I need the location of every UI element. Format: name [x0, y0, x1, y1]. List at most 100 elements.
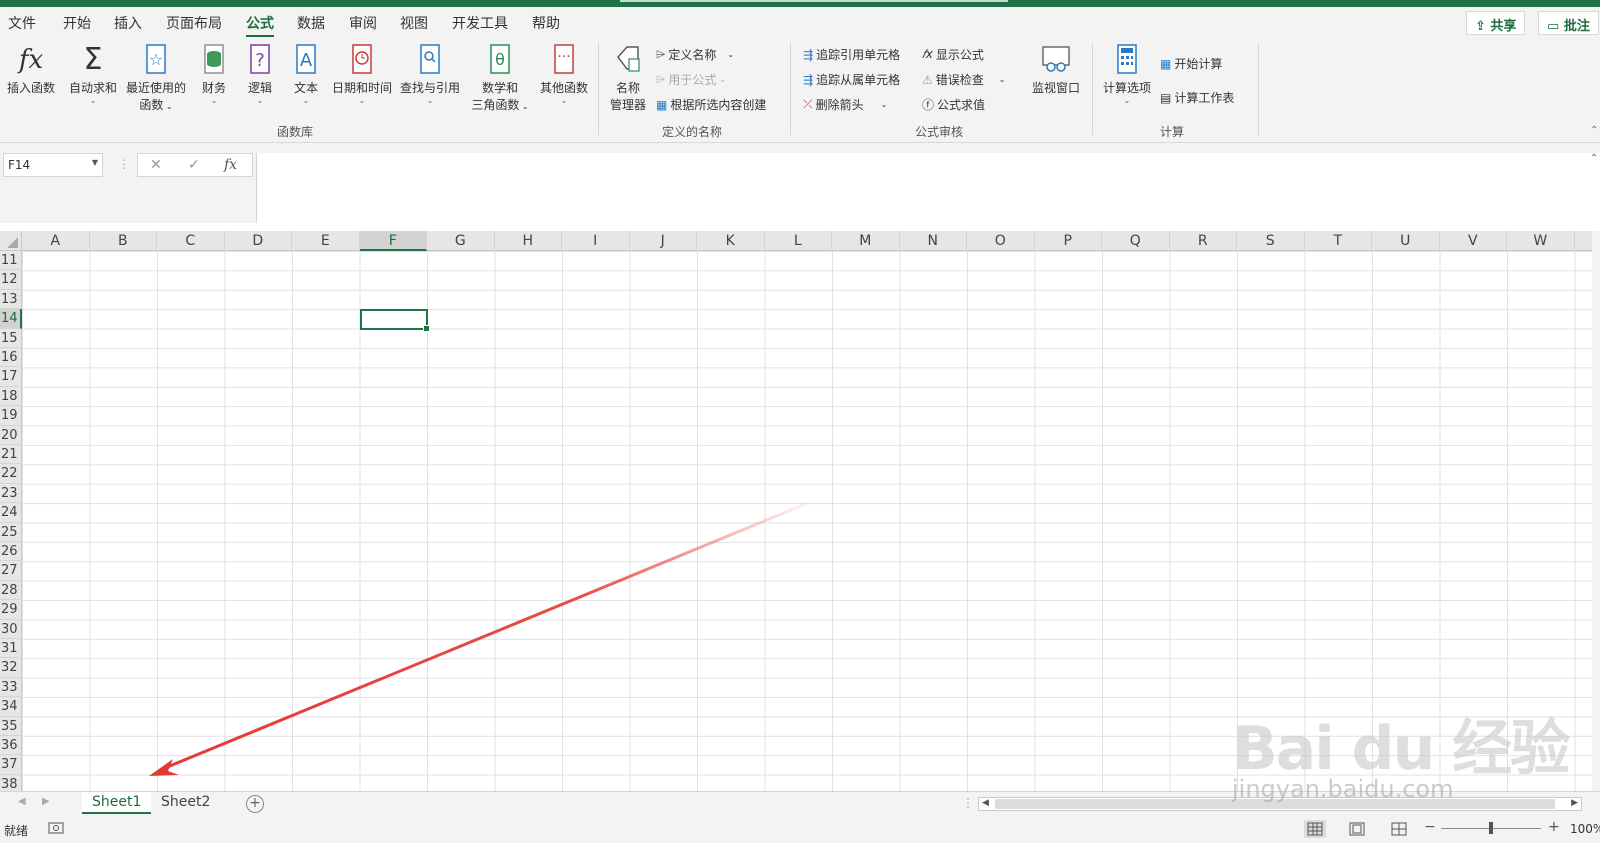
- row-header-27[interactable]: 27: [0, 561, 22, 581]
- row-header-31[interactable]: 31: [0, 639, 22, 659]
- row-header-33[interactable]: 33: [0, 678, 22, 698]
- row-header-21[interactable]: 21: [0, 445, 22, 465]
- use-in-formula-button[interactable]: ⌲ 用于公式 ⌄: [656, 71, 726, 88]
- column-header-b[interactable]: B: [90, 231, 157, 251]
- row-header-34[interactable]: 34: [0, 697, 22, 717]
- scroll-left-icon[interactable]: ◀: [982, 798, 989, 808]
- create-from-selection-button[interactable]: ▦ 根据所选内容创建: [656, 96, 766, 113]
- splitter-icon[interactable]: ⋮: [962, 796, 974, 810]
- math-trig-button[interactable]: θ 数学和 三角函数 ⌄: [468, 43, 532, 113]
- normal-view-icon[interactable]: [1304, 820, 1326, 838]
- column-header-p[interactable]: P: [1035, 231, 1102, 251]
- row-header-14[interactable]: 14: [0, 309, 22, 329]
- scroll-right-icon[interactable]: ▶: [1571, 798, 1578, 808]
- calculate-now-button[interactable]: ▦ 开始计算: [1160, 55, 1222, 72]
- menu-insert[interactable]: 插入: [114, 13, 142, 33]
- row-header-25[interactable]: 25: [0, 523, 22, 542]
- row-header-28[interactable]: 28: [0, 581, 22, 601]
- menu-file[interactable]: 文件: [8, 13, 36, 33]
- recently-used-button[interactable]: ☆ 最近使用的 函数 ⌄: [124, 43, 188, 113]
- add-sheet-button[interactable]: +: [246, 795, 264, 813]
- column-header-o[interactable]: O: [967, 231, 1035, 251]
- name-box[interactable]: F14 ▼: [3, 153, 103, 177]
- row-header-18[interactable]: 18: [0, 387, 22, 407]
- column-header-m[interactable]: M: [832, 231, 900, 251]
- column-header-e[interactable]: E: [292, 231, 360, 251]
- column-header-n[interactable]: N: [900, 231, 967, 251]
- remove-arrows-button[interactable]: ⤫ 删除箭头 ⌄: [803, 96, 887, 113]
- watch-window-button[interactable]: 监视窗口: [1026, 43, 1086, 96]
- column-header-c[interactable]: C: [157, 231, 225, 251]
- column-header-l[interactable]: L: [765, 231, 832, 251]
- row-header-19[interactable]: 19: [0, 406, 22, 426]
- collapse-ribbon-icon[interactable]: ⌃: [1590, 125, 1598, 136]
- column-header-k[interactable]: K: [697, 231, 765, 251]
- select-all-button[interactable]: [0, 231, 22, 251]
- prev-sheet-icon[interactable]: ◀: [18, 796, 26, 807]
- next-sheet-icon[interactable]: ▶: [42, 796, 50, 807]
- row-header-36[interactable]: 36: [0, 736, 22, 756]
- column-header-t[interactable]: T: [1305, 231, 1372, 251]
- logical-button[interactable]: ? 逻辑 ⌄: [242, 43, 278, 105]
- more-functions-button[interactable]: ··· 其他函数 ⌄: [536, 43, 592, 105]
- page-layout-view-icon[interactable]: [1346, 820, 1368, 838]
- autosum-button[interactable]: Σ 自动求和 ⌄: [66, 43, 120, 106]
- show-formulas-button[interactable]: 𝑓x 显示公式: [922, 46, 984, 63]
- column-header-j[interactable]: J: [630, 231, 697, 251]
- error-checking-button[interactable]: ⚠ 错误检查 ⌄: [922, 71, 1005, 88]
- row-header-29[interactable]: 29: [0, 600, 22, 620]
- column-header-v[interactable]: V: [1440, 231, 1507, 251]
- insert-function-icon[interactable]: fx: [224, 157, 237, 173]
- menu-review[interactable]: 审阅: [349, 13, 377, 33]
- menu-help[interactable]: 帮助: [532, 13, 560, 33]
- financial-button[interactable]: 财务 ⌄: [196, 43, 232, 105]
- row-header-24[interactable]: 24: [0, 503, 22, 523]
- trace-dependents-button[interactable]: ⇶ 追踪从属单元格: [803, 71, 900, 88]
- row-header-16[interactable]: 16: [0, 348, 22, 368]
- menu-home[interactable]: 开始: [63, 13, 91, 33]
- row-header-35[interactable]: 35: [0, 717, 22, 736]
- comments-button[interactable]: ▭ 批注: [1538, 11, 1599, 35]
- cancel-icon[interactable]: ✕: [150, 157, 162, 173]
- menu-developer[interactable]: 开发工具: [452, 13, 508, 33]
- sheet-tab-sheet2[interactable]: Sheet2: [151, 792, 220, 814]
- row-header-23[interactable]: 23: [0, 484, 22, 504]
- evaluate-formula-button[interactable]: ⓕ 公式求值: [922, 96, 985, 113]
- zoom-slider-thumb[interactable]: [1489, 822, 1493, 834]
- column-header-i[interactable]: I: [562, 231, 630, 251]
- column-header-g[interactable]: G: [427, 231, 495, 251]
- row-header-12[interactable]: 12: [0, 270, 22, 290]
- column-header-h[interactable]: H: [495, 231, 562, 251]
- datetime-button[interactable]: 日期和时间 ⌄: [330, 43, 394, 105]
- expand-formula-bar-icon[interactable]: ⌃: [1590, 153, 1598, 164]
- menu-formulas[interactable]: 公式: [246, 13, 274, 38]
- drag-handle-icon[interactable]: ⋮: [118, 157, 130, 171]
- calculate-sheet-button[interactable]: ▤ 计算工作表: [1160, 89, 1234, 106]
- lookup-button[interactable]: 查找与引用 ⌄: [398, 43, 462, 105]
- row-header-37[interactable]: 37: [0, 755, 22, 775]
- zoom-out-button[interactable]: −: [1424, 819, 1436, 835]
- column-header-s[interactable]: S: [1237, 231, 1305, 251]
- column-header-q[interactable]: Q: [1102, 231, 1170, 251]
- name-manager-button[interactable]: 名称 管理器: [606, 43, 650, 113]
- row-header-17[interactable]: 17: [0, 367, 22, 387]
- insert-function-button[interactable]: fx 插入函数: [3, 43, 59, 96]
- row-header-30[interactable]: 30: [0, 620, 22, 639]
- column-header-w[interactable]: W: [1507, 231, 1575, 251]
- define-name-button[interactable]: ⌲ 定义名称 ⌄: [656, 46, 734, 63]
- menu-page-layout[interactable]: 页面布局: [166, 13, 222, 33]
- share-button[interactable]: ⇪ 共享: [1466, 11, 1526, 35]
- trace-precedents-button[interactable]: ⇶ 追踪引用单元格: [803, 46, 900, 63]
- row-header-32[interactable]: 32: [0, 658, 22, 678]
- row-header-20[interactable]: 20: [0, 426, 22, 445]
- column-header-a[interactable]: A: [22, 231, 90, 251]
- column-header-r[interactable]: R: [1170, 231, 1237, 251]
- menu-view[interactable]: 视图: [400, 13, 428, 33]
- column-header-d[interactable]: D: [225, 231, 292, 251]
- row-header-22[interactable]: 22: [0, 464, 22, 484]
- row-header-11[interactable]: 11: [0, 251, 22, 271]
- row-header-15[interactable]: 15: [0, 329, 22, 348]
- menu-data[interactable]: 数据: [297, 13, 325, 33]
- zoom-in-button[interactable]: +: [1548, 819, 1560, 835]
- enter-icon[interactable]: ✓: [188, 157, 200, 173]
